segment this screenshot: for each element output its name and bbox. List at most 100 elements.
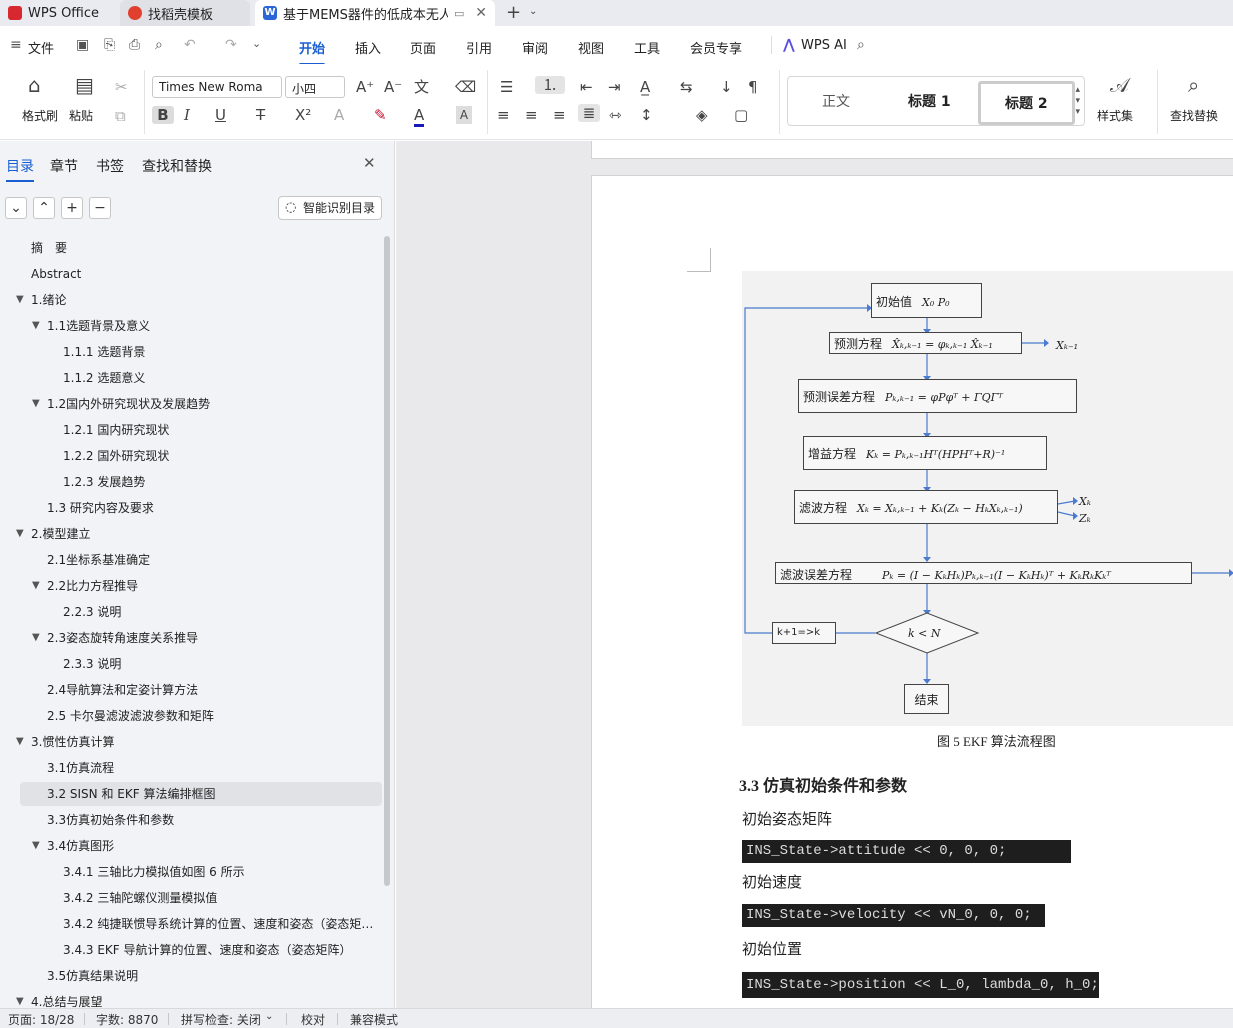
undo-icon[interactable]: ↶ [184,37,196,53]
tab-find-replace[interactable]: 查找和替换 [142,156,212,176]
word-count[interactable]: 字数: 8870 [96,1011,158,1028]
redo-icon[interactable]: ↷ [225,37,237,53]
tab-toc[interactable]: 目录 [6,156,34,182]
menu-wps-ai[interactable]: WPS AI [801,38,847,53]
toc-item[interactable]: 3.4.2 纯捷联惯导系统计算的位置、速度和姿态（姿态矩阵） [63,912,375,936]
menu-file[interactable]: 文件 [28,38,54,57]
expand-triangle-icon[interactable]: ▼ [32,314,40,338]
toc-item[interactable]: 2.2比力方程推导 [47,574,375,598]
toc-item[interactable]: 3.2 SISN 和 EKF 算法编排框图 [20,782,382,806]
decrease-indent-icon[interactable]: ⇤ [580,78,593,96]
expand-triangle-icon[interactable]: ▼ [16,730,24,754]
gallery-scroll-icon[interactable]: ▴ ▾ ▾ [1075,85,1080,118]
close-tab-icon[interactable]: ✕ [475,5,487,21]
bold-icon[interactable]: B [152,106,174,124]
toc-item[interactable]: 1.1.1 选题背景 [63,340,375,364]
numbered-list-icon[interactable]: ⒈ [535,76,565,94]
text-effect-icon[interactable]: A [334,106,344,124]
paste-button[interactable]: 粘贴 [69,107,93,124]
underline-icon[interactable]: U [215,106,226,124]
align-left-icon[interactable]: ≡ [497,106,510,124]
format-painter-button[interactable]: 格式刷 [22,107,58,124]
format-painter-icon[interactable]: ⌂ [28,75,41,95]
paste-icon[interactable]: ▤ [75,75,94,95]
toc-item[interactable]: 3.5仿真结果说明 [47,964,375,988]
toc-item[interactable]: 2.3.3 说明 [63,652,375,676]
toc-item[interactable]: 3.1仿真流程 [47,756,375,780]
toc-item[interactable]: Abstract [31,262,375,286]
scrollbar[interactable] [384,236,390,886]
toc-item[interactable]: 1.2.1 国内研究现状 [63,418,375,442]
font-color-icon[interactable]: A [414,106,425,127]
chevron-down-icon[interactable]: ⌄ [529,6,537,17]
new-tab-icon[interactable]: + [506,2,521,23]
align-right-icon[interactable]: ≡ [553,106,566,124]
justify-icon[interactable]: ≣ [578,104,600,122]
tab-wps-office[interactable]: WPS Office [0,0,118,26]
tab-chapters[interactable]: 章节 [50,156,78,176]
menu-references[interactable]: 引用 [466,38,492,57]
chevron-down-icon[interactable]: ⌄ [252,37,261,50]
align-center-icon[interactable]: ≡ [525,106,538,124]
tab-document[interactable]: W 基于MEMS器件的低成本无人 ▭ ✕ [255,0,495,26]
style-normal[interactable]: 正文 [822,91,850,111]
chevron-down-icon[interactable]: ⌄ [265,1011,273,1022]
increase-indent-icon[interactable]: ⇥ [608,78,621,96]
close-icon[interactable]: ✕ [363,154,376,172]
page-indicator[interactable]: 页面: 18/28 [8,1011,74,1028]
shrink-font-icon[interactable]: A⁻ [384,78,402,96]
save-icon[interactable]: ▣ [76,37,89,53]
font-size-select[interactable]: 小四 [285,76,345,98]
expand-chevron-icon[interactable]: ⌃ [33,197,55,219]
italic-icon[interactable]: I [184,106,190,124]
toc-item[interactable]: 2.4导航算法和定姿计算方法 [47,678,375,702]
menu-home[interactable]: 开始 [299,38,326,66]
menu-membership[interactable]: 会员专享 [690,38,742,57]
toc-item[interactable]: 摘 要 [31,236,375,260]
tab-template[interactable]: 找稻壳模板 [120,0,250,26]
toc-item[interactable]: 1.1选题背景及意义 [47,314,375,338]
toc-item[interactable]: 2.1坐标系基准确定 [47,548,375,572]
border-icon[interactable]: ▢ [734,106,748,124]
menu-view[interactable]: 视图 [578,38,604,57]
phonetic-icon[interactable]: 文 [414,78,429,96]
search-icon[interactable]: ⌕ [857,37,865,53]
spell-check-toggle[interactable]: 拼写检查: 关闭 [181,1011,261,1028]
share-icon[interactable]: ⎘ [104,37,115,53]
expand-triangle-icon[interactable]: ▼ [32,834,40,858]
toc-item[interactable]: 2.模型建立 [31,522,375,546]
chinese-layout-icon[interactable]: A̲ [640,78,650,96]
add-icon[interactable]: + [61,197,83,219]
toc-item[interactable]: 3.4.2 三轴陀螺仪测量模拟值 [63,886,375,910]
style-heading-2[interactable]: 标题 2 [978,81,1075,125]
superscript-icon[interactable]: X² [295,106,311,124]
sort-icon[interactable]: ↓ [720,78,733,96]
toc-item[interactable]: 1.绪论 [31,288,375,312]
toc-item[interactable]: 1.2.3 发展趋势 [63,470,375,494]
expand-triangle-icon[interactable]: ▼ [32,392,40,416]
distribute-icon[interactable]: ⇿ [609,106,622,124]
style-set-button[interactable]: 样式集 [1097,107,1133,124]
toc-item[interactable]: 3.惯性仿真计算 [31,730,375,754]
toc-item[interactable]: 2.5 卡尔曼滤波滤波参数和矩阵 [47,704,375,728]
expand-triangle-icon[interactable]: ▼ [16,522,24,546]
print-icon[interactable]: ⎙ [129,37,140,53]
highlight-icon[interactable]: ✎ [374,106,387,124]
toc-item[interactable]: 3.4.1 三轴比力模拟值如图 6 所示 [63,860,375,884]
toc-item[interactable]: 1.2国内外研究现状及发展趋势 [47,392,375,416]
menu-insert[interactable]: 插入 [355,38,381,57]
smart-toc-button[interactable]: ◌ 智能识别目录 [278,196,382,220]
clear-format-icon[interactable]: ⌫ [455,78,476,96]
copy-icon[interactable]: ⧉ [115,107,126,125]
text-direction-icon[interactable]: ⇆ [680,78,693,96]
menu-review[interactable]: 审阅 [522,38,548,57]
show-marks-icon[interactable]: ¶ [748,78,758,96]
toc-item[interactable]: 1.2.2 国外研究现状 [63,444,375,468]
strikethrough-icon[interactable]: T [256,106,265,124]
style-heading-1[interactable]: 标题 1 [908,91,951,111]
menu-tools[interactable]: 工具 [634,38,660,57]
toc-item[interactable]: 3.4.3 EKF 导航计算的位置、速度和姿态（姿态矩阵） [63,938,375,962]
hamburger-icon[interactable]: ≡ [10,37,22,53]
toc-item[interactable]: 2.2.3 说明 [63,600,375,624]
toc-item[interactable]: 3.4仿真图形 [47,834,375,858]
